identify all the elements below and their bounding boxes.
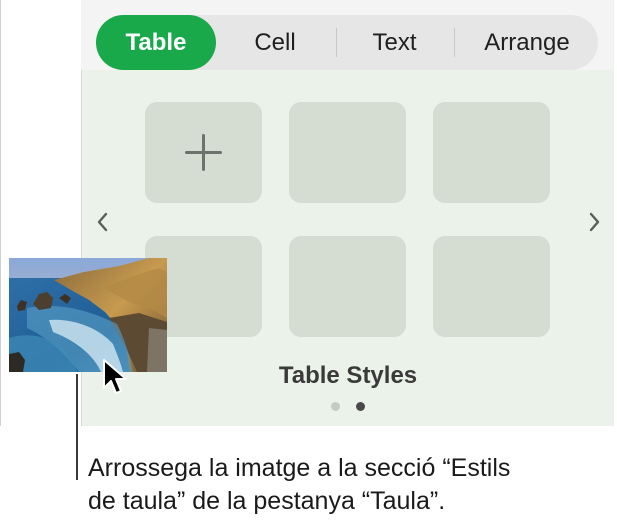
caption-line-2: de taula” de la pestanya “Taula”. <box>88 487 446 515</box>
page-dot-2[interactable] <box>356 402 365 411</box>
caption-line-1: Arrossega la imatge a la secció “Estils <box>88 454 511 482</box>
tab-divider <box>454 28 455 57</box>
tab-cell[interactable]: Cell <box>218 15 332 70</box>
chevron-right-icon[interactable] <box>584 207 604 237</box>
chevron-left-icon[interactable] <box>93 207 113 237</box>
page-dot-1[interactable] <box>331 402 340 411</box>
instruction-caption: Arrossega la imatge a la secció “Estils … <box>88 452 613 518</box>
table-style-tile[interactable] <box>289 102 406 203</box>
callout-line <box>76 374 78 480</box>
table-styles-label: Table Styles <box>278 362 418 389</box>
table-style-tile[interactable] <box>289 236 406 337</box>
tab-text[interactable]: Text <box>337 15 452 70</box>
tab-table[interactable]: Table <box>96 15 216 70</box>
dragged-coastal-photo[interactable] <box>9 258 167 372</box>
table-style-tile[interactable] <box>433 102 550 203</box>
arrow-pointer-icon <box>103 359 127 394</box>
table-style-tile[interactable] <box>433 236 550 337</box>
tab-arrange[interactable]: Arrange <box>457 15 597 70</box>
add-table-style-tile[interactable] <box>145 102 262 203</box>
inspector-tab-bar: Table Cell Text Arrange <box>96 15 598 70</box>
